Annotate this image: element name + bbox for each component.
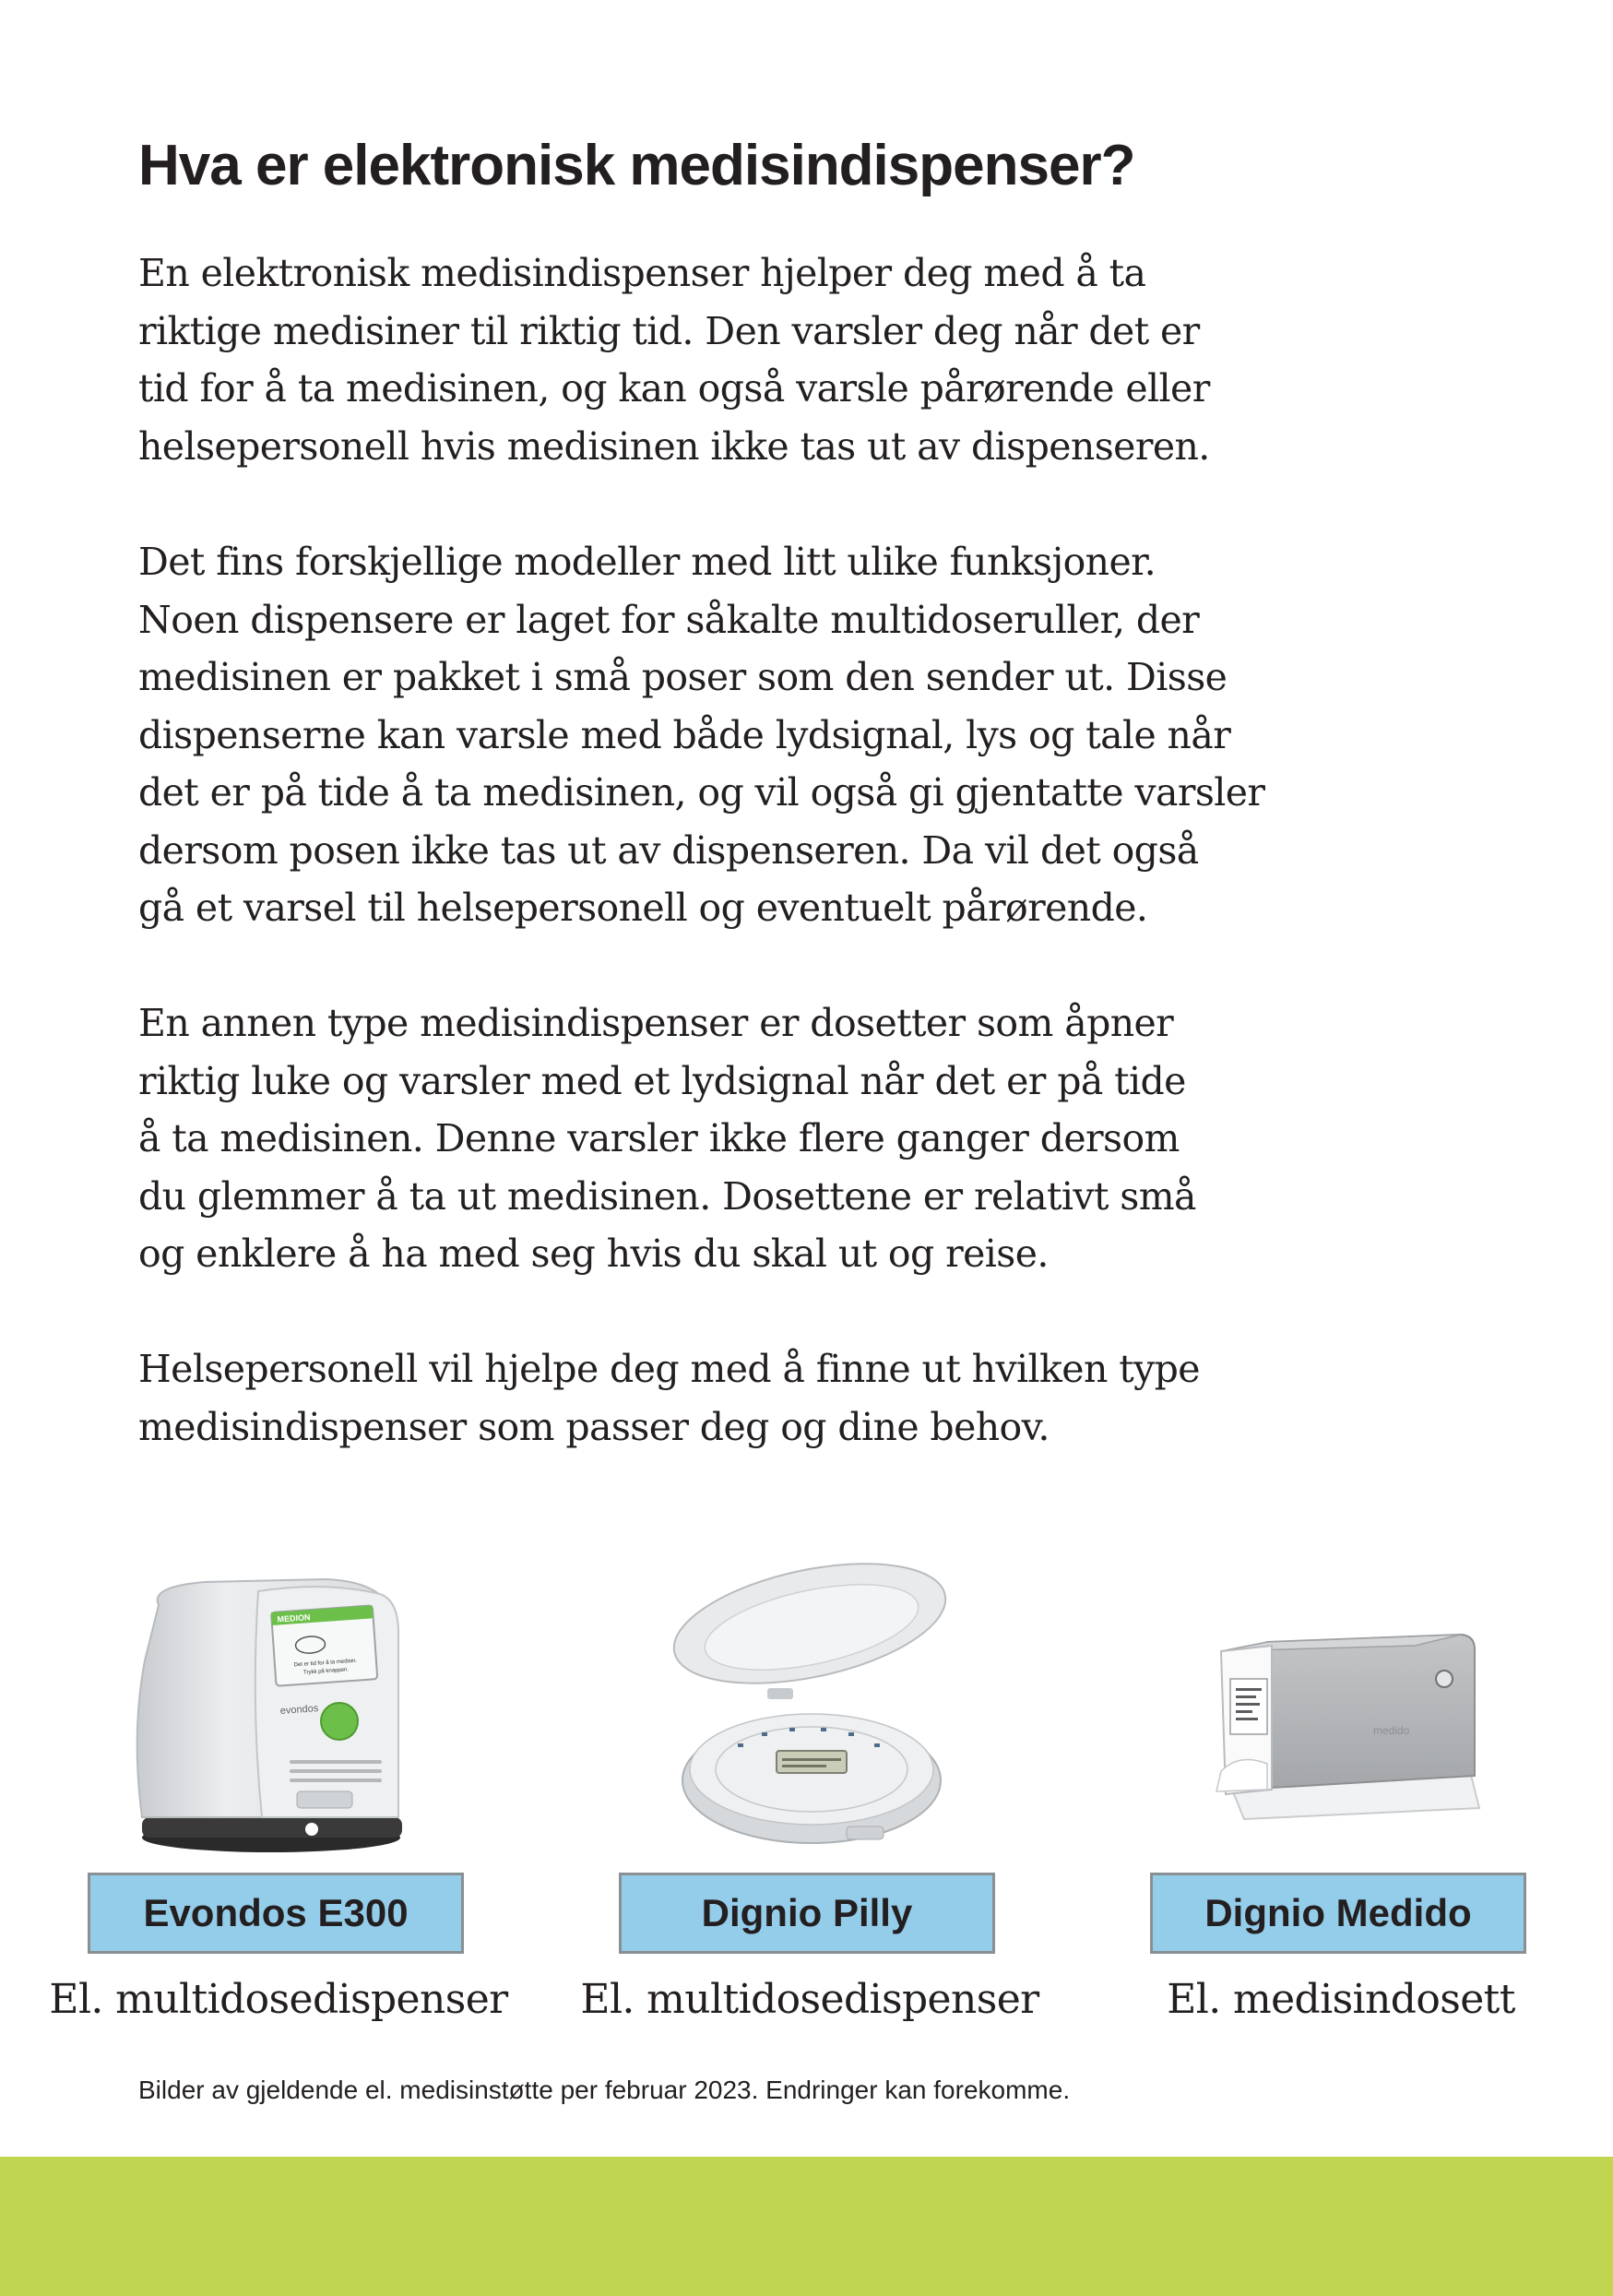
- paragraph-4: Helsepersonell vil hjelpe deg med å finn…: [138, 1340, 1466, 1456]
- paragraph-3: En annen type medisindispenser er dosett…: [138, 994, 1466, 1283]
- paragraph-line: medisinen er pakket i små poser som den …: [138, 655, 1228, 699]
- page: Hva er elektronisk medisindispenser? En …: [0, 0, 1613, 2296]
- product-name: Evondos E300: [143, 1891, 409, 1934]
- product-dignio-pilly: Dignio Pilly El. multidosedispenser: [552, 1550, 1068, 2066]
- page-title: Hva er elektronisk medisindispenser?: [138, 134, 1135, 197]
- dignio-medido-illustration: medido: [1216, 1633, 1481, 1821]
- product-name-box: Dignio Pilly: [619, 1873, 995, 1954]
- product-name: Dignio Pilly: [701, 1891, 913, 1934]
- product-evondos-e300: MEDION Det er tid for å ta medisin. Tryk…: [20, 1550, 537, 2066]
- paragraph-line: det er på tide å ta medisinen, og vil og…: [138, 770, 1265, 815]
- paragraph-line: Helsepersonell vil hjelpe deg med å finn…: [138, 1347, 1201, 1391]
- bottom-color-band: [0, 2157, 1613, 2296]
- medido-brand-logo: medido: [1373, 1724, 1410, 1737]
- dignio-medido-image: medido: [1083, 1550, 1599, 1863]
- paragraph-line: medisindispenser som passer deg og dine …: [138, 1404, 1050, 1449]
- product-name: Dignio Medido: [1204, 1891, 1472, 1934]
- paragraph-line: riktig luke og varsler med et lydsignal …: [138, 1058, 1186, 1103]
- paragraph-line: tid for å ta medisinen, og kan også vars…: [138, 366, 1210, 410]
- product-name-box: Evondos E300: [88, 1873, 464, 1954]
- product-name-box: Dignio Medido: [1150, 1873, 1526, 1954]
- paragraph-line: dispenserne kan varsle med både lydsigna…: [138, 712, 1231, 757]
- dignio-pilly-image: [552, 1550, 1068, 1863]
- paragraph-line: og enklere å ha med seg hvis du skal ut …: [138, 1231, 1049, 1276]
- dignio-pilly-illustration: [672, 1563, 947, 1844]
- paragraph-line: dersom posen ikke tas ut av dispenseren.…: [138, 827, 1199, 873]
- image-footnote: Bilder av gjeldende el. medisinstøtte pe…: [138, 2076, 1071, 2104]
- product-dignio-medido: medido Dignio Medido El. medisindosett: [1083, 1550, 1599, 2066]
- paragraph-line: å ta medisinen. Denne varsler ikke flere…: [138, 1116, 1180, 1160]
- evondos-e300-image: MEDION Det er tid for å ta medisin. Tryk…: [20, 1550, 537, 1863]
- paragraph-line: Noen dispensere er laget for såkalte mul…: [138, 597, 1200, 642]
- evondos-e300-illustration: MEDION Det er tid for å ta medisin. Tryk…: [136, 1577, 402, 1852]
- paragraph-line: Det fins forskjellige modeller med litt …: [138, 540, 1156, 584]
- product-type: El. multidosedispenser: [580, 1976, 1039, 2023]
- product-row: MEDION Det er tid for å ta medisin. Tryk…: [0, 1550, 1613, 2103]
- paragraph-2: Det fins forskjellige modeller med litt …: [138, 533, 1466, 937]
- product-type: El. multidosedispenser: [49, 1976, 508, 2023]
- paragraph-line: du glemmer å ta ut medisinen. Dosettene …: [138, 1173, 1196, 1219]
- paragraph-line: gå et varsel til helsepersonell og event…: [138, 886, 1148, 930]
- paragraph-line: En annen type medisindispenser er dosett…: [138, 1001, 1174, 1045]
- paragraph-1: En elektronisk medisindispenser hjelper …: [138, 244, 1466, 475]
- paragraph-line: En elektronisk medisindispenser hjelper …: [138, 251, 1146, 295]
- paragraph-line: helsepersonell hvis medisinen ikke tas u…: [138, 423, 1210, 469]
- paragraph-line: riktige medisiner til riktig tid. Den va…: [138, 308, 1200, 353]
- product-type: El. medisindosett: [1167, 1976, 1515, 2023]
